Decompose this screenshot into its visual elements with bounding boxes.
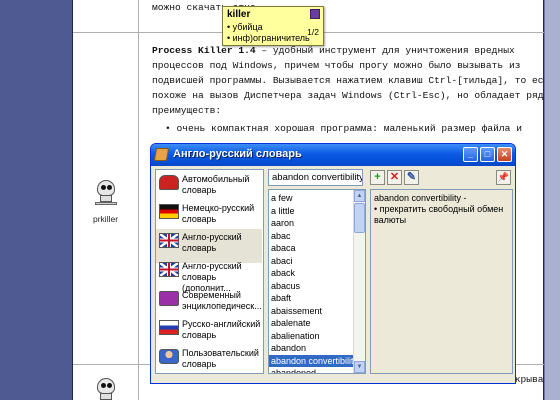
program-name: Process Killer 1.4 [152,45,256,56]
title-bar[interactable]: Англо-русский словарь _ □ ✕ [151,144,515,166]
skull-icon [95,378,117,400]
tooltip-meaning: • инф)ограничитель [227,33,310,43]
car-icon [159,175,179,190]
document-text-line: процессов под Windows, причем чтобы прог… [152,60,521,71]
word-item[interactable]: abacus [269,280,354,293]
app-icon [153,148,170,161]
dictionary-list: Автомобильный словарь Немецко-русский сл… [155,169,264,374]
dictionary-icon[interactable] [310,9,320,19]
uk-flag-icon [159,233,179,248]
word-item[interactable]: abalenate [269,317,354,330]
word-search-input[interactable]: abandon convertibility [268,169,363,186]
user-icon [159,349,179,364]
word-item[interactable]: abalienation [269,330,354,343]
translation-line: • прекратить свободный обмен [374,204,504,214]
add-word-button[interactable]: + [370,170,385,185]
word-item[interactable]: aback [269,267,354,280]
word-item[interactable]: abaca [269,242,354,255]
translation-line: abandon convertibility - [374,193,467,203]
skull-icon [95,180,117,206]
status-strip [151,377,515,383]
document-text-line: похоже на вызов Диспетчера задач Windows… [152,90,556,101]
document-text-line: преимуществ: [152,105,222,116]
minimize-button[interactable]: _ [463,147,478,162]
prkiller-caption: prkiller [93,214,119,224]
document-bullet: • очень компактная хорошая программа: ма… [165,123,522,134]
scroll-up-arrow-icon[interactable]: ▲ [354,190,365,202]
dictionary-label: Англо-русский словарь [182,232,242,253]
dictionary-window: Англо-русский словарь _ □ ✕ Автомобильны… [150,143,516,384]
germany-flag-icon [159,204,179,219]
word-item[interactable]: abaci [269,255,354,268]
page-scroll-track[interactable] [544,0,560,400]
dictionary-label: Современный энциклопедическ... [182,290,262,311]
translation-tooltip: killer • убийца • инф)ограничитель 1/2 [222,6,324,46]
close-button[interactable]: ✕ [497,147,512,162]
russia-flag-icon [159,320,179,335]
uk-flag-icon [159,262,179,277]
delete-word-button[interactable]: ✕ [387,170,402,185]
document-paragraph-heading: Process Killer 1.4 – удобный инструмент … [152,43,515,59]
word-item[interactable]: aaron [269,217,354,230]
word-item-selected[interactable]: abandon convertibility [269,354,358,367]
window-title: Англо-русский словарь [173,148,302,160]
edit-word-button[interactable]: ✎ [404,170,419,185]
maximize-button[interactable]: □ [480,147,495,162]
word-item[interactable]: abaissement [269,305,354,318]
dictionary-item[interactable]: Пользовательский словарь [156,345,262,373]
dictionary-label: Русско-английский словарь [182,319,261,340]
document-text-line: подвисшей программы. Вызывается нажатием… [152,75,556,86]
dictionary-label: Пользовательский словарь [182,348,259,369]
word-item[interactable]: abaft [269,292,354,305]
book-icon [159,291,179,306]
tooltip-word: killer [227,9,251,20]
tooltip-meaning: • убийца [227,22,263,32]
dictionary-label: Немецко-русский словарь [182,203,255,224]
scroll-thumb[interactable] [354,203,365,233]
word-item[interactable]: a little [269,205,354,218]
program-description: – удобный инструмент для уничтожения вре… [255,45,515,56]
word-list: a few a little aaron abac abaca abaci ab… [268,189,366,374]
word-list-scrollbar[interactable]: ▲ ▼ [353,190,365,373]
dictionary-label: Автомобильный словарь [182,174,250,195]
translation-panel: abandon convertibility - • прекратить св… [370,189,513,374]
word-item[interactable]: abandon [269,342,354,355]
scroll-down-arrow-icon[interactable]: ▼ [354,361,365,373]
pin-button[interactable]: 📌 [496,170,511,185]
word-item[interactable]: abac [269,230,354,243]
tooltip-page-counter: 1/2 [307,27,319,37]
translation-line: валюты [374,215,407,225]
word-item[interactable]: abandoned [269,367,354,373]
word-item[interactable]: a few [269,192,354,205]
